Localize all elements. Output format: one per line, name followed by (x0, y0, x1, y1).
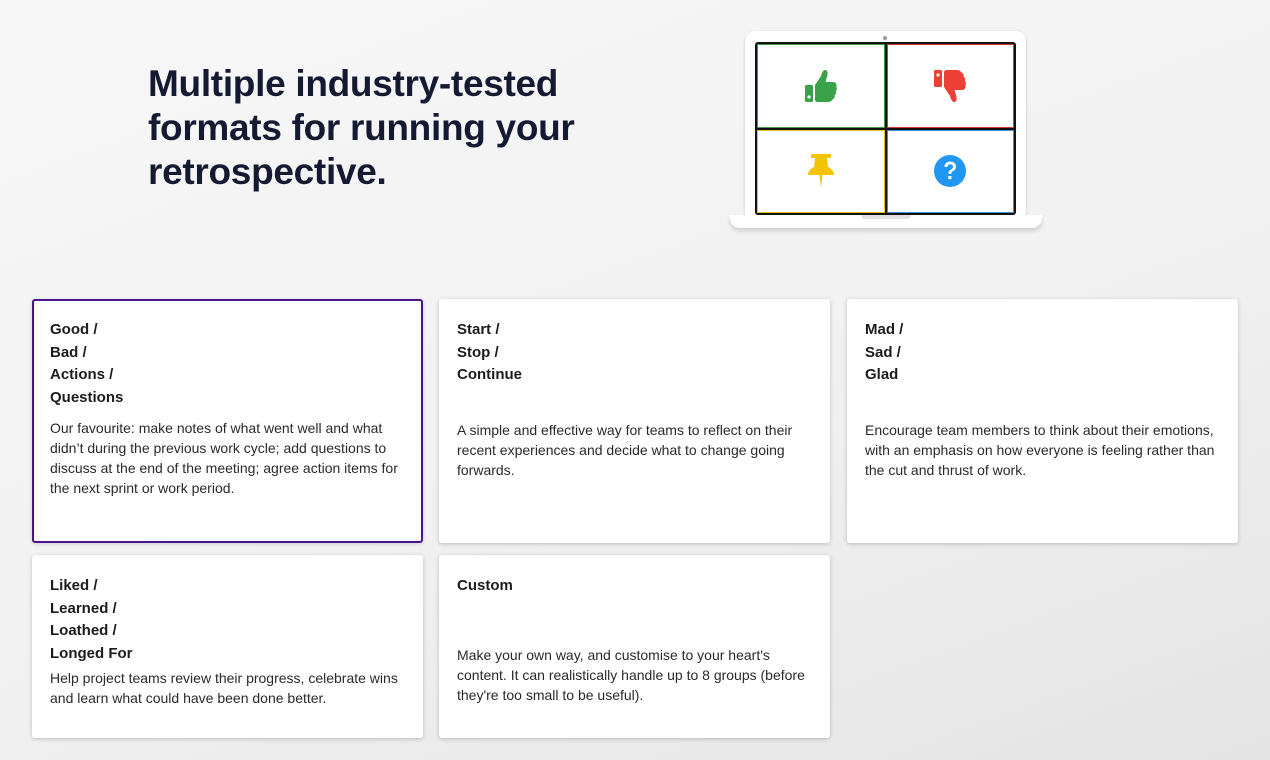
card-description: A simple and effective way for teams to … (457, 422, 793, 478)
card-title: Good / Bad / Actions / Questions (50, 319, 406, 409)
format-card-liked-learned-loathed-longed-for[interactable]: Liked / Learned / Loathed / Longed For H… (32, 555, 423, 738)
thumbs-down-icon (934, 69, 967, 102)
card-title: Start / Stop / Continue (457, 319, 813, 387)
thumbs-up-icon (804, 69, 837, 102)
laptop-base (730, 215, 1042, 228)
card-title-line: Start / (457, 321, 500, 338)
card-description: Encourage team members to think about th… (865, 422, 1215, 478)
card-title-line: Longed For (50, 644, 133, 662)
card-description: Our favourite: make notes of what went w… (50, 420, 398, 496)
card-title-line: Actions / (50, 366, 114, 383)
format-card-mad-sad-glad[interactable]: Mad / Sad / Glad Encourage team members … (847, 299, 1238, 543)
card-title-line: Stop / (457, 343, 499, 361)
quadrant-questions (886, 129, 1014, 213)
card-title-line: Bad / (50, 343, 87, 361)
laptop-screen (755, 42, 1016, 215)
card-title: Liked / Learned / Loathed / Longed For (50, 575, 406, 665)
card-title-line: Questions (50, 388, 124, 406)
card-description: Help project teams review their progress… (50, 670, 398, 706)
format-card-start-stop-continue[interactable]: Start / Stop / Continue A simple and eff… (439, 299, 830, 543)
card-title-line: Sad / (865, 343, 901, 361)
format-card-good-bad-actions-questions[interactable]: Good / Bad / Actions / Questions Our fav… (32, 299, 423, 543)
card-title-line: Glad (865, 366, 899, 383)
card-title-line: Liked / (50, 577, 98, 594)
card-title-line: Mad / (865, 321, 904, 338)
laptop-notch (861, 215, 911, 219)
card-title-line: Learned / (50, 599, 117, 617)
pushpin-icon (807, 154, 834, 189)
card-description: Make your own way, and customise to your… (457, 647, 805, 703)
card-title-line: Custom (457, 577, 513, 594)
card-title-line: Continue (457, 366, 522, 383)
quadrant-actions (757, 129, 885, 213)
quadrant-bad (886, 44, 1014, 128)
card-title: Custom (457, 575, 813, 598)
question-icon (934, 155, 967, 188)
format-card-custom[interactable]: Custom Make your own way, and customise … (439, 555, 830, 738)
page-title: Multiple industry-tested formats for run… (148, 63, 575, 192)
camera-dot (883, 36, 887, 40)
quadrant-good (757, 44, 885, 128)
card-title: Mad / Sad / Glad (865, 319, 1221, 387)
card-title-line: Loathed / (50, 622, 117, 639)
laptop-illustration (730, 31, 1042, 231)
card-title-line: Good / (50, 321, 98, 338)
laptop-lid (745, 31, 1026, 217)
